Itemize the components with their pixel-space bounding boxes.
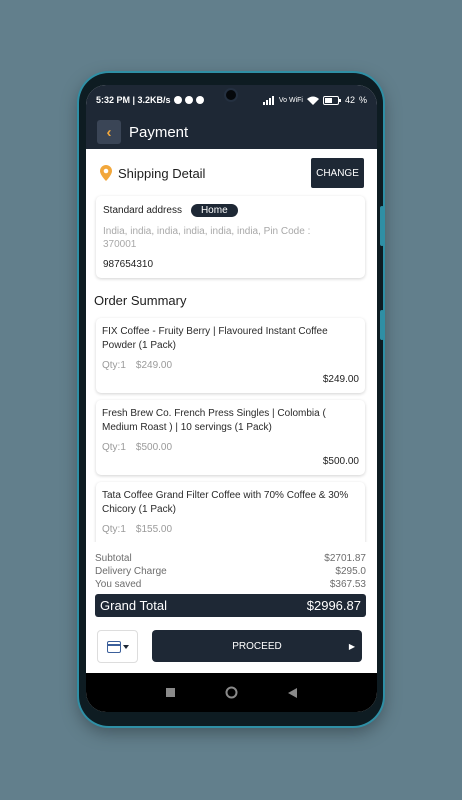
- price-summary: Subtotal $2701.87 Delivery Charge $295.0 Y…: [95, 552, 366, 591]
- list-item: Tata Coffee Grand Filter Coffee with 70%…: [96, 482, 365, 542]
- page-title: Payment: [129, 123, 189, 141]
- subtotal-label: Subtotal: [95, 553, 132, 564]
- camera-cutout: [224, 88, 238, 102]
- location-pin-icon: [100, 165, 112, 181]
- payment-method-button[interactable]: [97, 630, 138, 663]
- item-qty: Qty:1: [102, 524, 126, 535]
- list-item: FIX Coffee - Fruity Berry | Flavoured In…: [96, 318, 365, 393]
- app-screen: 5:32 PM | 3.2KB/s Vo WiFi 42% ‹ Payment …: [86, 85, 377, 712]
- card-icon: [106, 640, 129, 653]
- chevron-left-icon: ‹: [106, 123, 112, 141]
- delivery-value: $295.0: [335, 566, 366, 577]
- item-price: $155.00: [135, 524, 173, 535]
- home-icon[interactable]: [225, 686, 238, 699]
- signal-icon: [262, 95, 274, 105]
- item-total: $249.00: [322, 374, 359, 385]
- app-bar: ‹ Payment: [86, 115, 377, 149]
- item-qty: Qty:1: [102, 360, 126, 371]
- shipping-header: Shipping Detail CHANGE: [100, 157, 364, 189]
- saved-label: You saved: [95, 579, 142, 590]
- volume-button: [380, 206, 384, 246]
- list-item: Fresh Brew Co. French Press Singles | Co…: [96, 400, 365, 475]
- battery-icon: [322, 95, 341, 105]
- address-card[interactable]: Standard address Home India, india, indi…: [96, 196, 365, 278]
- item-name: FIX Coffee - Fruity Berry | Flavoured In…: [102, 326, 328, 351]
- address-phone: 987654310: [103, 259, 154, 270]
- order-items-list[interactable]: FIX Coffee - Fruity Berry | Flavoured In…: [86, 313, 377, 542]
- item-price: $249.00: [135, 360, 173, 371]
- status-time: 5:32 PM | 3.2KB/s: [96, 95, 171, 105]
- notification-icon: [173, 96, 182, 104]
- back-button[interactable]: ‹: [97, 120, 121, 144]
- status-bar: 5:32 PM | 3.2KB/s Vo WiFi 42%: [86, 85, 377, 115]
- wifi-icon: [306, 96, 319, 105]
- recents-icon[interactable]: [166, 688, 175, 697]
- address-type-badge: Home: [190, 204, 238, 217]
- back-nav-icon[interactable]: [288, 687, 297, 698]
- address-text: India, india, india, india, india, india…: [103, 226, 311, 250]
- saved-value: $367.53: [329, 579, 366, 590]
- item-qty: Qty:1: [102, 442, 126, 453]
- order-summary-title: Order Summary: [94, 293, 187, 308]
- item-price: $500.00: [135, 442, 173, 453]
- grand-total-value: $2996.87: [306, 598, 361, 613]
- change-address-button[interactable]: CHANGE: [311, 158, 364, 188]
- grand-total-bar: Grand Total $2996.87: [95, 594, 366, 617]
- network-label: Vo WiFi: [278, 96, 303, 104]
- delivery-label: Delivery Charge: [95, 566, 167, 577]
- item-total: $500.00: [322, 456, 359, 467]
- grand-total-label: Grand Total: [100, 598, 167, 613]
- battery-level: 42: [344, 95, 355, 105]
- notification-icon: [195, 96, 204, 104]
- notification-icon: [184, 96, 193, 104]
- proceed-label: PROCEED: [232, 640, 282, 652]
- proceed-button[interactable]: PROCEED ▶: [152, 630, 362, 662]
- shipping-title: Shipping Detail: [118, 165, 206, 181]
- subtotal-value: $2701.87: [324, 553, 366, 564]
- address-label: Standard address: [103, 205, 182, 216]
- system-nav-bar: [86, 673, 377, 712]
- play-arrow-icon: ▶: [348, 641, 355, 651]
- item-name: Fresh Brew Co. French Press Singles | Co…: [102, 408, 326, 433]
- power-button: [380, 310, 384, 340]
- item-name: Tata Coffee Grand Filter Coffee with 70%…: [102, 490, 349, 515]
- battery-unit: %: [358, 95, 367, 105]
